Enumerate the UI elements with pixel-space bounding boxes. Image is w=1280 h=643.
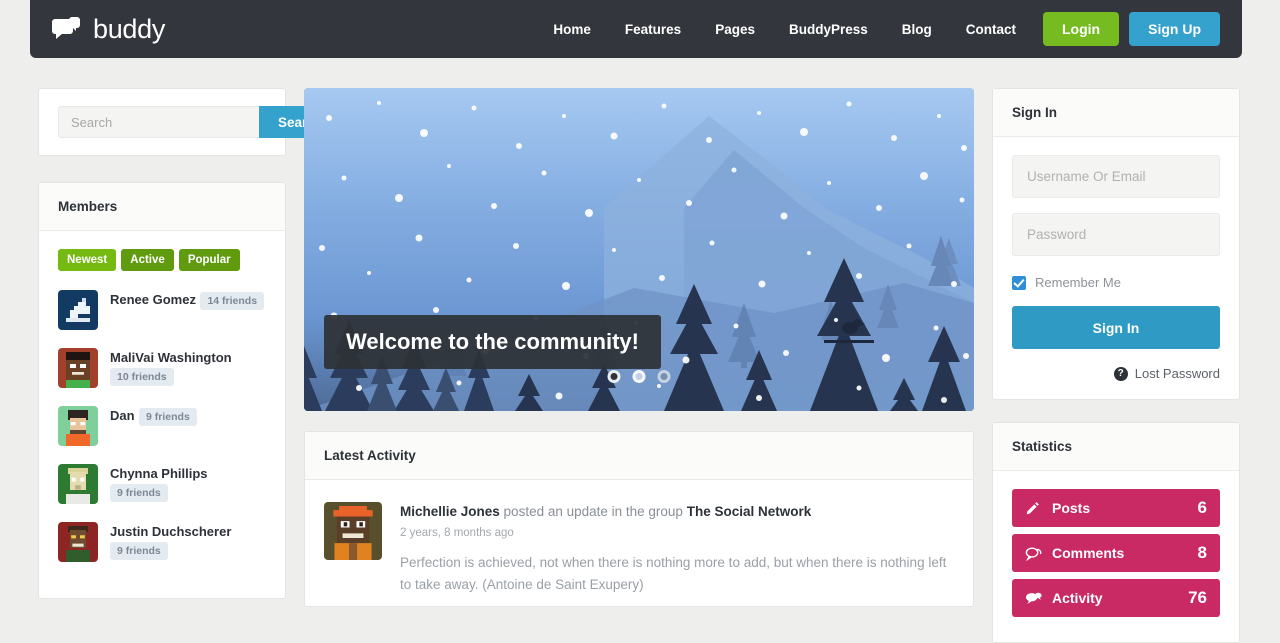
- nav-item-pages[interactable]: Pages: [698, 22, 772, 37]
- main-content: Welcome to the community! Latest Activit…: [304, 88, 974, 607]
- stat-posts[interactable]: Posts 6: [1012, 489, 1220, 527]
- members-title: Members: [39, 183, 285, 231]
- avatar: [58, 464, 98, 504]
- nav-item-blog[interactable]: Blog: [885, 22, 949, 37]
- list-item[interactable]: Dan 9 friends: [58, 406, 266, 446]
- username-field[interactable]: [1012, 155, 1220, 198]
- activity-author[interactable]: Michellie Jones: [400, 504, 500, 519]
- stat-value: 8: [1197, 543, 1207, 562]
- list-item[interactable]: Chynna Phillips 9 friends: [58, 464, 266, 504]
- site-header: buddy Home Features Pages BuddyPress Blo…: [30, 0, 1242, 58]
- stat-comments[interactable]: Comments 8: [1012, 534, 1220, 572]
- member-name: Justin Duchscherer: [110, 524, 232, 539]
- list-item[interactable]: MaliVai Washington 10 friends: [58, 348, 266, 388]
- remember-me-label: Remember Me: [1035, 275, 1121, 290]
- remember-me-row: Remember Me: [1012, 275, 1220, 290]
- activity-headline: Michellie Jones posted an update in the …: [400, 504, 811, 519]
- member-name: Chynna Phillips: [110, 466, 208, 481]
- tab-active[interactable]: Active: [121, 249, 174, 271]
- slider-dot-3[interactable]: [657, 370, 671, 383]
- lost-password-link[interactable]: ? Lost Password: [1012, 366, 1220, 381]
- list-item: Michellie Jones posted an update in the …: [305, 480, 973, 606]
- question-circle-icon: ?: [1113, 366, 1128, 381]
- stat-value: 6: [1197, 498, 1207, 517]
- search-widget: Search: [38, 88, 343, 156]
- statistics-widget: Statistics Posts 6 Comments 8 Activity 7…: [992, 422, 1240, 643]
- comments-filled-icon: [1025, 591, 1045, 606]
- stat-activity[interactable]: Activity 76: [1012, 579, 1220, 617]
- activity-action: posted an update in the group: [499, 504, 687, 519]
- avatar: [58, 290, 98, 330]
- pencil-icon: [1025, 501, 1045, 516]
- member-name: Dan: [110, 408, 135, 423]
- stat-label: Activity: [1052, 590, 1103, 606]
- slider-dots: [607, 370, 671, 383]
- brand-name: buddy: [93, 13, 166, 44]
- tab-popular[interactable]: Popular: [178, 249, 240, 271]
- stat-value: 76: [1188, 588, 1207, 607]
- nav-item-contact[interactable]: Contact: [949, 22, 1033, 37]
- chat-bubbles-icon: [52, 17, 82, 41]
- tab-newest[interactable]: Newest: [58, 249, 117, 271]
- signin-title: Sign In: [993, 89, 1239, 137]
- members-widget: Members Newest Active Popular Renee Gome…: [38, 182, 286, 599]
- comment-outline-icon: [1025, 546, 1045, 561]
- latest-activity-widget: Latest Activity Michellie Jones posted a…: [304, 431, 974, 607]
- activity-timestamp: 2 years, 8 months ago: [400, 527, 514, 540]
- search-input[interactable]: [58, 106, 259, 138]
- latest-activity-title: Latest Activity: [305, 432, 973, 480]
- activity-text: Perfection is achieved, not when there i…: [400, 555, 947, 593]
- brand-logo[interactable]: buddy: [52, 14, 165, 45]
- main-navigation: Home Features Pages BuddyPress Blog Cont…: [536, 12, 1220, 46]
- signup-button[interactable]: Sign Up: [1129, 12, 1220, 46]
- avatar: [58, 406, 98, 446]
- hero-slider[interactable]: Welcome to the community!: [304, 88, 974, 411]
- friend-count-badge: 10 friends: [110, 368, 174, 386]
- member-name: Renee Gomez: [110, 292, 196, 307]
- lost-password-label: Lost Password: [1134, 366, 1220, 381]
- list-item[interactable]: Justin Duchscherer 9 friends: [58, 522, 266, 562]
- left-sidebar: Search Members Newest Active Popular: [38, 88, 343, 599]
- nav-item-features[interactable]: Features: [608, 22, 698, 37]
- avatar: [58, 522, 98, 562]
- stat-label: Posts: [1052, 500, 1091, 516]
- slider-dot-1[interactable]: [607, 370, 621, 383]
- statistics-title: Statistics: [993, 423, 1239, 471]
- friend-count-badge: 9 friends: [110, 542, 168, 560]
- avatar[interactable]: [324, 502, 382, 560]
- nav-item-buddypress[interactable]: BuddyPress: [772, 22, 885, 37]
- member-name: MaliVai Washington: [110, 350, 232, 365]
- password-field[interactable]: [1012, 213, 1220, 256]
- friend-count-badge: 14 friends: [200, 292, 265, 310]
- login-button[interactable]: Login: [1043, 12, 1120, 46]
- friend-count-badge: 9 friends: [110, 484, 168, 502]
- right-sidebar: Sign In Remember Me Sign In ? Lost Passw…: [992, 88, 1240, 643]
- signin-button[interactable]: Sign In: [1012, 306, 1220, 349]
- friend-count-badge: 9 friends: [139, 408, 197, 426]
- avatar: [58, 348, 98, 388]
- activity-group[interactable]: The Social Network: [687, 504, 812, 519]
- signin-widget: Sign In Remember Me Sign In ? Lost Passw…: [992, 88, 1240, 400]
- nav-item-home[interactable]: Home: [536, 22, 608, 37]
- stat-label: Comments: [1052, 545, 1125, 561]
- remember-me-checkbox[interactable]: [1012, 275, 1026, 290]
- hero-caption: Welcome to the community!: [324, 315, 661, 369]
- list-item[interactable]: Renee Gomez 14 friends: [58, 290, 266, 330]
- slider-dot-2[interactable]: [632, 370, 646, 383]
- members-filter-tabs: Newest Active Popular: [58, 249, 266, 271]
